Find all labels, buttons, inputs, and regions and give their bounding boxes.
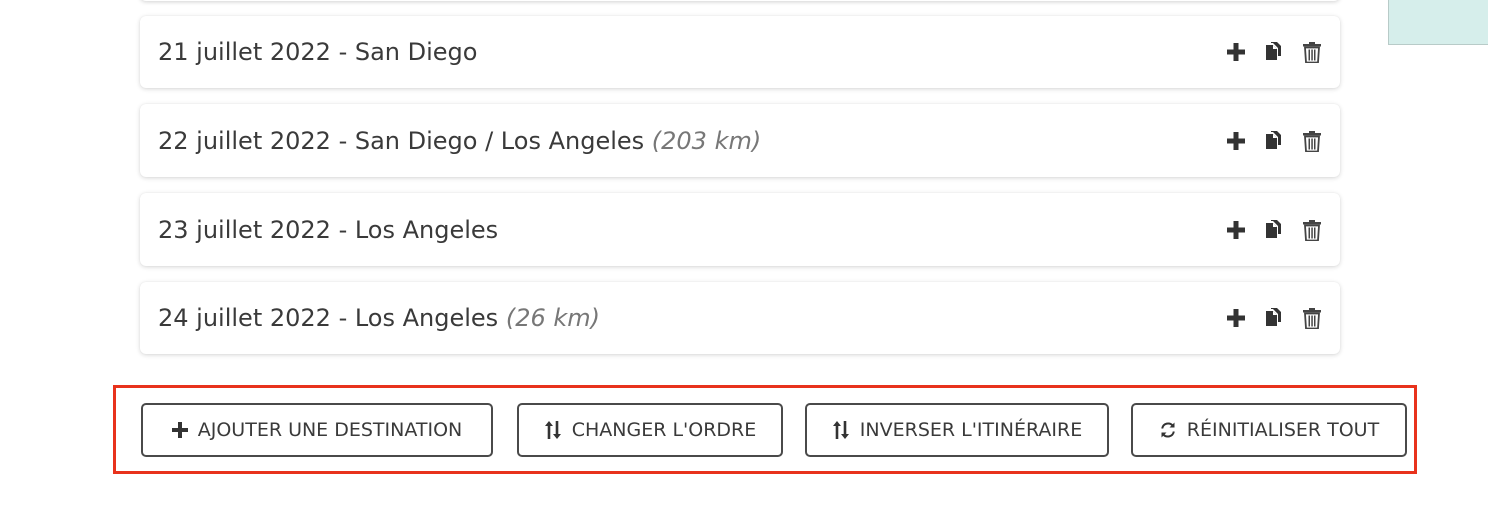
refresh-icon [1159,421,1177,439]
day-label: 24 juillet 2022 - Los Angeles (26 km) [158,304,600,332]
trash-icon[interactable] [1300,306,1324,330]
day-distance: (203 km) [651,126,762,155]
add-destination-label: AJOUTER UNE DESTINATION [197,419,463,441]
plus-icon [171,422,188,438]
day-date-label: 22 juillet 2022 - San Diego / Los Angele… [158,126,645,155]
change-order-button[interactable]: CHANGER L'ORDRE [517,403,783,457]
day-actions [1224,129,1324,153]
plus-icon[interactable] [1224,218,1248,242]
day-date-label: 23 juillet 2022 - Los Angeles [158,215,499,244]
day-card[interactable]: 21 juillet 2022 - San Diego [140,16,1340,88]
reverse-route-label: INVERSER L'ITINÉRAIRE [859,419,1083,441]
day-label: 21 juillet 2022 - San Diego [158,38,477,66]
add-destination-button[interactable]: AJOUTER UNE DESTINATION [141,403,493,457]
reset-all-label: RÉINITIALISER TOUT [1186,419,1380,441]
day-actions [1224,218,1324,242]
side-panel [1388,0,1488,45]
day-card[interactable]: 22 juillet 2022 - San Diego / Los Angele… [140,104,1340,177]
copy-icon[interactable] [1262,129,1286,153]
itinerary-actions-bar: AJOUTER UNE DESTINATION CHANGER L'ORDRE … [113,385,1417,474]
day-date-label: 24 juillet 2022 - Los Angeles [158,304,499,332]
trash-icon[interactable] [1300,40,1324,64]
reverse-route-button[interactable]: INVERSER L'ITINÉRAIRE [805,403,1109,457]
trash-icon[interactable] [1300,218,1324,242]
sort-arrows-icon [544,420,562,440]
plus-icon[interactable] [1224,129,1248,153]
day-actions [1224,306,1324,330]
day-label: 22 juillet 2022 - San Diego / Los Angele… [158,127,761,155]
day-date-label: 21 juillet 2022 - San Diego [158,38,478,66]
day-card[interactable]: 24 juillet 2022 - Los Angeles (26 km) [140,282,1340,354]
reset-all-button[interactable]: RÉINITIALISER TOUT [1131,403,1407,457]
itinerary-page: 21 juillet 2022 - San Diego 22 juillet 2… [0,0,1488,512]
previous-day-card [140,0,1340,1]
copy-icon[interactable] [1262,218,1286,242]
day-card[interactable]: 23 juillet 2022 - Los Angeles [140,193,1340,266]
copy-icon[interactable] [1262,40,1286,64]
sort-arrows-icon [832,420,850,440]
change-order-label: CHANGER L'ORDRE [571,419,757,441]
copy-icon[interactable] [1262,306,1286,330]
day-label: 23 juillet 2022 - Los Angeles [158,216,498,244]
plus-icon[interactable] [1224,306,1248,330]
day-actions [1224,40,1324,64]
trash-icon[interactable] [1300,129,1324,153]
day-distance: (26 km) [505,304,600,332]
day-list: 21 juillet 2022 - San Diego 22 juillet 2… [140,16,1340,370]
plus-icon[interactable] [1224,40,1248,64]
